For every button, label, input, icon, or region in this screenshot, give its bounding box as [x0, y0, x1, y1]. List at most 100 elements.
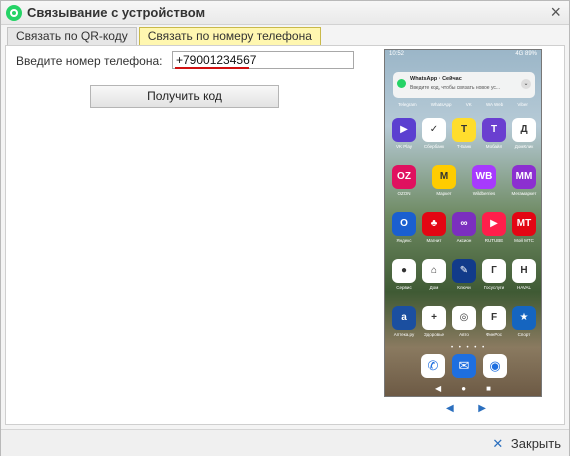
phone-status-right: 4G 89%	[515, 51, 537, 57]
app-icon: ММ	[512, 165, 536, 189]
close-icon[interactable]: ×	[550, 3, 561, 21]
phone-app: МТ Мой МТС	[511, 212, 537, 259]
phone-screenshot: 10:52 4G 89% WhatsApp · Сейчас Введите к…	[384, 49, 542, 397]
phone-app: OZ OZON	[391, 165, 417, 212]
app-row: ● Сервис ⌂ Дом ✎ Ключи Г Госуслуги H HAVAL	[391, 259, 537, 306]
phone-app: T Мобайл	[481, 118, 507, 165]
tab-panel-phone-number: Введите номер телефона: +79001234567 Пол…	[5, 45, 565, 425]
app-label: HAVAL	[516, 285, 532, 290]
close-button[interactable]: ✕ Закрыть	[492, 436, 561, 452]
dialog-title: Связывание с устройством	[27, 5, 206, 20]
phone-app-grid: ▶ VK Play ✓ Сбербанк T Т-Банк T Мобайл Д ДомКлик O…	[391, 118, 537, 353]
whatsapp-notification: WhatsApp · Сейчас Введите код, чтобы свя…	[393, 72, 535, 98]
next-arrow-icon[interactable]: ▶	[478, 403, 486, 414]
app-label: Здоровье	[423, 332, 445, 337]
phone-app: ∞ Аксион	[451, 212, 477, 259]
app-icon: МТ	[512, 212, 536, 236]
get-code-button[interactable]: Получить код	[90, 85, 279, 108]
app-label: RUTUBE	[484, 238, 504, 243]
phone-app: O Яндекс	[391, 212, 417, 259]
phone-app: T Т-Банк	[451, 118, 477, 165]
phone-app: ⌂ Дом	[421, 259, 447, 306]
phone-app: M Маркет	[431, 165, 457, 212]
app-icon: +	[422, 306, 446, 330]
app-label: Ключи	[457, 285, 471, 290]
app-icon: Г	[482, 259, 506, 283]
app-label: Дом	[429, 285, 439, 290]
app-row: O Яндекс ♣ Магнит ∞ Аксион ▶ RUTUBE МТ Мой МТС	[391, 212, 537, 259]
link-device-dialog: Связывание с устройством × Связать по QR…	[0, 0, 570, 456]
phone-status-time: 10:52	[389, 51, 405, 57]
phone-app: ✓ Сбербанк	[421, 118, 447, 165]
phone-top-label: VK	[465, 102, 472, 107]
app-icon: ⌂	[422, 259, 446, 283]
phone-nav-bar: ◀ ● ■	[385, 384, 541, 396]
phone-app: a Аптека.ру	[391, 306, 417, 353]
app-icon: ✓	[422, 118, 446, 142]
app-icon: ◎	[452, 306, 476, 330]
phone-app: + Здоровье	[421, 306, 447, 353]
app-icon: O	[392, 212, 416, 236]
phone-app: ✎ Ключи	[451, 259, 477, 306]
app-icon: OZ	[392, 165, 416, 189]
phone-number-input[interactable]: +79001234567	[172, 51, 354, 69]
phone-nav-button: ●	[461, 384, 467, 393]
title-bar: Связывание с устройством ×	[1, 1, 569, 25]
app-icon: WB	[472, 165, 496, 189]
spellcheck-underline	[175, 67, 249, 69]
app-label: Т-Банк	[456, 144, 472, 149]
tab-qr-code[interactable]: Связать по QR-коду	[7, 27, 137, 45]
app-label: ДомКлик	[514, 144, 534, 149]
close-button-label: Закрыть	[510, 436, 561, 451]
phone-nav-button: ◀	[435, 384, 442, 393]
app-icon: T	[482, 118, 506, 142]
phone-top-label: Viber	[517, 102, 528, 107]
whatsapp-icon	[6, 5, 22, 21]
app-icon: F	[482, 306, 506, 330]
tab-strip: Связать по QR-коду Связать по номеру тел…	[7, 27, 323, 46]
phone-top-label: WhatsApp	[430, 102, 452, 107]
app-label: OZON	[397, 191, 411, 196]
app-label: Яндекс	[396, 238, 412, 243]
app-icon: M	[432, 165, 456, 189]
app-label: Wildberries	[472, 191, 496, 196]
whatsapp-notification-icon	[397, 79, 406, 88]
phone-app: ★ Спорт	[511, 306, 537, 353]
phone-top-labels: Telegram WhatsApp VK WA Web Viber	[385, 102, 541, 112]
messages-app-icon: ✉	[452, 354, 476, 378]
phone-app: Д ДомКлик	[511, 118, 537, 165]
phone-app: Г Госуслуги	[481, 259, 507, 306]
app-icon: T	[452, 118, 476, 142]
phone-top-label: Telegram	[398, 102, 417, 107]
phone-app: ММ Мегамаркет	[511, 165, 537, 212]
app-icon: Д	[512, 118, 536, 142]
phone-app: H HAVAL	[511, 259, 537, 306]
app-icon: ∞	[452, 212, 476, 236]
phone-app: WB Wildberries	[471, 165, 497, 212]
phone-app: ▶ RUTUBE	[481, 212, 507, 259]
phone-number-value: +79001234567	[176, 53, 257, 67]
phone-app: ● Сервис	[391, 259, 417, 306]
app-label: Аксион	[456, 238, 472, 243]
app-label: Сервис	[396, 285, 412, 290]
app-icon: ★	[512, 306, 536, 330]
app-icon: ▶	[482, 212, 506, 236]
app-label: ФинРос	[486, 332, 502, 337]
phone-app: ▶ VK Play	[391, 118, 417, 165]
app-label: Мой МТС	[514, 238, 534, 243]
app-label: Аптека.ру	[393, 332, 415, 337]
app-label: VK Play	[395, 144, 412, 149]
chevron-down-icon: ⌄	[521, 79, 531, 89]
app-label: Мегамаркет	[511, 191, 537, 196]
page-indicator-dots: • • • • •	[451, 345, 487, 351]
app-label: Магнит	[426, 238, 442, 243]
tab-phone-number[interactable]: Связать по номеру телефона	[138, 27, 321, 46]
app-icon: H	[512, 259, 536, 283]
prev-arrow-icon[interactable]: ◀	[446, 403, 454, 414]
app-icon: ▶	[392, 118, 416, 142]
phone-app-icon: ✆	[421, 354, 445, 378]
phone-app: ♣ Магнит	[421, 212, 447, 259]
app-label: Маркет	[436, 191, 452, 196]
app-icon: ●	[392, 259, 416, 283]
screenshot-pager: ◀ ▶	[446, 403, 486, 414]
